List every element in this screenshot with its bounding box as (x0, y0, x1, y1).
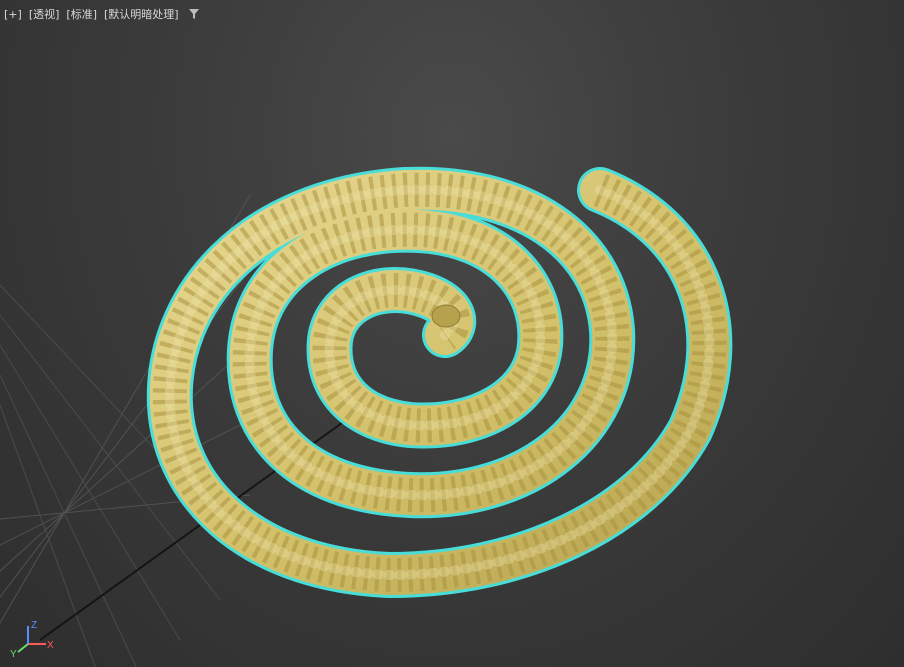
scene-canvas[interactable] (0, 0, 904, 667)
axis-y-label: Y (10, 649, 17, 658)
view-type-button[interactable]: [透视] (29, 6, 60, 22)
spiral-rope[interactable] (146, 166, 733, 598)
axis-gizmo: X Y Z (10, 620, 54, 658)
spiral-rope-end-cap (431, 304, 461, 328)
filter-icon[interactable] (188, 8, 200, 20)
axis-z-label: Z (31, 620, 37, 631)
viewport-label-bar: [+] [透视] [标准] [默认明暗处理] (4, 6, 200, 22)
shading-standard-button[interactable]: [标准] (66, 6, 97, 22)
perspective-viewport[interactable]: [+] [透视] [标准] [默认明暗处理] X Y Z (0, 0, 904, 667)
viewport-menu-button[interactable]: [+] (4, 8, 22, 21)
shading-mode-button[interactable]: [默认明暗处理] (104, 6, 179, 22)
axis-x-label: X (47, 640, 54, 651)
